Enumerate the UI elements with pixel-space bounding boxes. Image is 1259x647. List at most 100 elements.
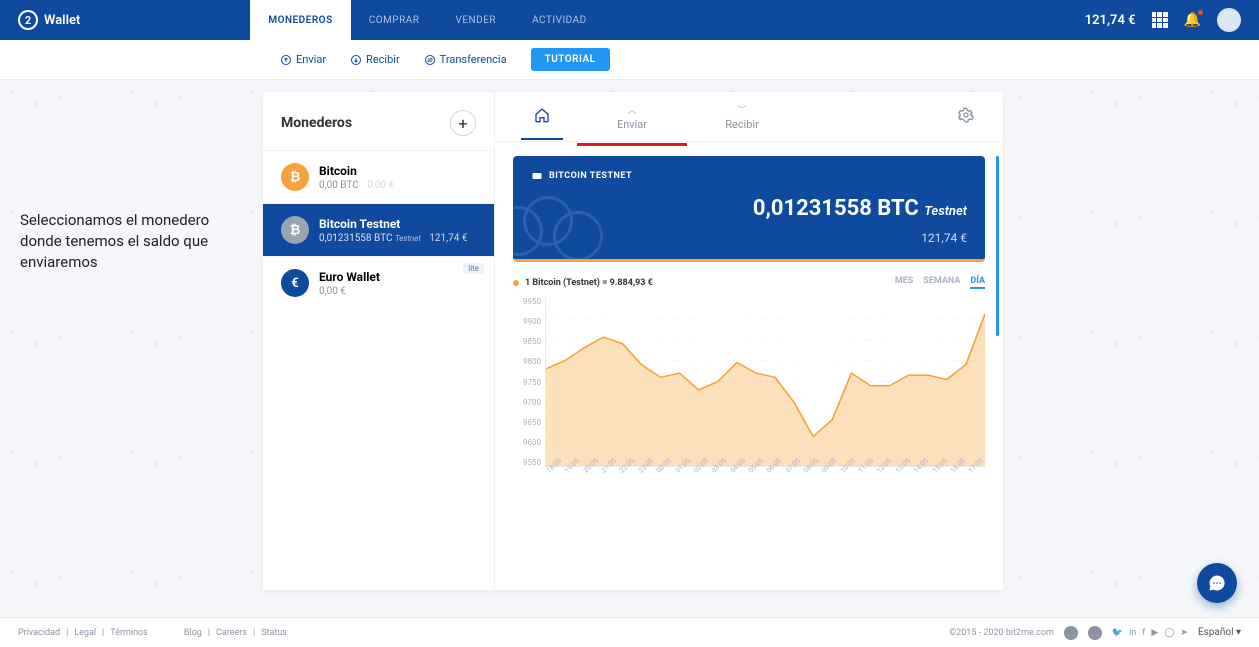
nav-actividad[interactable]: ACTIVIDAD: [514, 0, 605, 40]
nav-vender[interactable]: VENDER: [437, 0, 514, 40]
subnav-transfer-label: Transferencia: [440, 53, 507, 66]
footer-blog[interactable]: Blog: [184, 628, 202, 638]
tab-recibir[interactable]: ﹀ Recibir: [687, 89, 797, 145]
bell-icon[interactable]: 🔔: [1184, 12, 1201, 28]
wallet-amount: 0,00 BTC 0,00 €: [319, 180, 394, 191]
linkedin-icon[interactable]: in: [1129, 628, 1136, 638]
balance-testnet-tag: Testnet: [924, 204, 967, 219]
wallet-list: Monederos + ₿ Bitcoin 0,00 BTC 0,00 € ₿ …: [263, 92, 495, 590]
wallet-item-euro[interactable]: lite € Euro Wallet 0,00 €: [263, 256, 494, 309]
apps-grid-icon[interactable]: [1152, 12, 1168, 28]
balance-card: BITCOIN TESTNET 0,01231558 BTC Testnet 1…: [513, 156, 985, 262]
range-dia[interactable]: DÍA: [970, 276, 985, 289]
chart-svg: [546, 297, 985, 466]
chart-plot: [545, 297, 985, 467]
lite-badge: lite: [463, 263, 484, 274]
language-selector[interactable]: Español ▾: [1198, 627, 1241, 638]
facebook-icon[interactable]: f: [1142, 628, 1145, 638]
chat-button[interactable]: [1197, 563, 1237, 603]
tab-enviar[interactable]: ︿ Enviar: [577, 89, 687, 145]
footer-terminos[interactable]: Términos: [110, 628, 148, 638]
chart-y-axis: 995099009850980097509700965096009550: [513, 297, 541, 467]
coin-watermark-icon: [513, 196, 613, 262]
main-nav: MONEDEROS COMPRAR VENDER ACTIVIDAD: [250, 0, 604, 40]
chart-header: 1 Bitcoin (Testnet) = 9.884,93 € MES SEM…: [513, 276, 985, 289]
home-icon: [534, 107, 550, 123]
footer: Privacidad | Legal | Términos Blog | Car…: [0, 617, 1259, 647]
balance-crypto: 0,01231558 BTC: [753, 196, 919, 221]
subnav-enviar[interactable]: Enviar: [280, 53, 326, 66]
bitcoin-testnet-icon: ₿: [281, 216, 309, 244]
wallet-crypto-amount: 0,01231558 BTC: [319, 233, 392, 244]
wallet-name: Bitcoin: [319, 164, 394, 178]
chevron-up-icon: ︿: [577, 103, 687, 116]
wallet-list-title: Monederos: [281, 115, 352, 131]
nav-comprar[interactable]: COMPRAR: [351, 0, 438, 40]
instagram-icon[interactable]: ◯: [1164, 628, 1174, 638]
footer-legal[interactable]: Legal: [74, 628, 96, 638]
detail-body: BITCOIN TESTNET 0,01231558 BTC Testnet 1…: [495, 142, 1003, 590]
wallet-crypto-amount: 0,00 BTC: [319, 180, 359, 191]
scrollbar[interactable]: [996, 156, 999, 336]
avatar[interactable]: [1217, 8, 1241, 32]
nav-monederos[interactable]: MONEDEROS: [250, 0, 350, 40]
theme-toggle-1-icon[interactable]: [1064, 626, 1078, 640]
sub-nav: Enviar Recibir Transferencia TUTORIAL: [0, 40, 1259, 80]
wallet-detail: ︿ Enviar ﹀ Recibir BITCOIN TESTNET 0,01: [495, 92, 1003, 590]
tab-enviar-label: Enviar: [617, 118, 647, 131]
wallet-item-bitcoin-testnet[interactable]: ₿ Bitcoin Testnet 0,01231558 BTC Testnet…: [263, 203, 494, 256]
app-name: Wallet: [44, 13, 80, 28]
social-links: 🐦 in f ▶ ◯ ➤: [1112, 628, 1188, 638]
app-header: 2 Wallet MONEDEROS COMPRAR VENDER ACTIVI…: [0, 0, 1259, 40]
receive-down-icon: [350, 54, 362, 66]
tab-recibir-label: Recibir: [725, 118, 759, 131]
tutorial-button[interactable]: TUTORIAL: [531, 48, 610, 71]
subnav-transfer[interactable]: Transferencia: [424, 53, 507, 66]
wallet-amount: 0,00 €: [319, 286, 380, 297]
wallet-eur-amount: 0,00 €: [367, 180, 394, 191]
wallet-item-bitcoin[interactable]: ₿ Bitcoin 0,00 BTC 0,00 €: [263, 150, 494, 203]
telegram-icon[interactable]: ➤: [1180, 628, 1188, 638]
add-wallet-button[interactable]: +: [450, 110, 476, 136]
wallet-eur-amount: 121,74 €: [429, 233, 467, 244]
footer-right: ©2015 - 2020 bit2me.com 🐦 in f ▶ ◯ ➤ Esp…: [949, 626, 1241, 640]
tab-home[interactable]: [507, 93, 577, 140]
tab-settings[interactable]: [941, 107, 991, 127]
bitcoin-icon: ₿: [281, 163, 309, 191]
chart-section: 1 Bitcoin (Testnet) = 9.884,93 € MES SEM…: [513, 276, 985, 497]
balance-card-title: BITCOIN TESTNET: [531, 170, 967, 182]
price-chart: 995099009850980097509700965096009550 18:…: [513, 297, 985, 497]
range-selector: MES SEMANA DÍA: [895, 276, 985, 289]
subnav-enviar-label: Enviar: [296, 53, 326, 66]
annotation-text: Seleccionamos el monedero donde tenemos …: [20, 210, 250, 273]
wallet-list-header: Monederos +: [263, 92, 494, 150]
app-logo[interactable]: 2 Wallet: [18, 10, 80, 30]
logo-icon: 2: [18, 10, 38, 30]
wallet-name: Euro Wallet: [319, 270, 380, 284]
footer-careers[interactable]: Careers: [216, 628, 247, 638]
youtube-icon[interactable]: ▶: [1151, 628, 1158, 638]
euro-icon: €: [281, 269, 309, 297]
send-up-icon: [280, 54, 292, 66]
header-balance: 121,74 €: [1085, 13, 1136, 28]
wallet-small-icon: [531, 170, 543, 182]
testnet-tag: Testnet: [395, 234, 421, 243]
range-semana[interactable]: SEMANA: [923, 276, 960, 289]
header-right: 121,74 € 🔔: [1085, 8, 1241, 32]
chart-rate-label: 1 Bitcoin (Testnet) = 9.884,93 €: [525, 278, 653, 288]
subnav-recibir-label: Recibir: [366, 53, 400, 66]
wallet-name: Bitcoin Testnet: [319, 217, 467, 231]
footer-copyright: ©2015 - 2020 bit2me.com: [949, 628, 1054, 638]
chat-icon: [1208, 574, 1226, 592]
theme-toggle-2-icon[interactable]: [1088, 626, 1102, 640]
footer-privacidad[interactable]: Privacidad: [18, 628, 60, 638]
subnav-recibir[interactable]: Recibir: [350, 53, 400, 66]
wallet-amount: 0,01231558 BTC Testnet 121,74 €: [319, 233, 467, 244]
balance-card-title-text: BITCOIN TESTNET: [549, 171, 632, 181]
range-mes[interactable]: MES: [895, 276, 913, 289]
transfer-icon: [424, 54, 436, 66]
main-card: Monederos + ₿ Bitcoin 0,00 BTC 0,00 € ₿ …: [263, 92, 1003, 590]
twitter-icon[interactable]: 🐦: [1112, 628, 1123, 638]
footer-status[interactable]: Status: [261, 628, 287, 638]
chart-x-axis: 18:0519:0520:0521:0522:0523:0500:0501:05…: [545, 469, 985, 497]
